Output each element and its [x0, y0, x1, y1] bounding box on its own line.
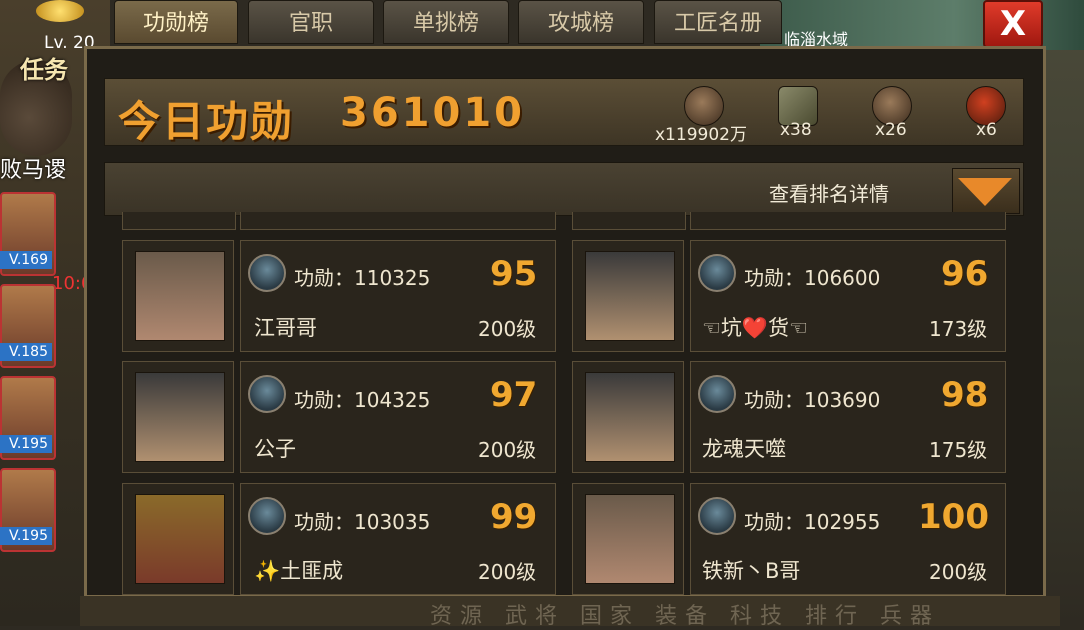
male-general-portrait	[585, 251, 675, 341]
tab-siege-ranking[interactable]: 攻城榜	[518, 0, 644, 44]
rank-number: 99	[490, 497, 538, 537]
bottom-menu[interactable]: 资源 武将 国家 装备 科技 排行 兵器	[430, 598, 1050, 630]
player-name: 铁新丶B哥	[702, 559, 801, 583]
player-level: 200级	[929, 560, 988, 584]
female-general-portrait	[585, 494, 675, 584]
list-item-partial	[122, 212, 236, 230]
merit-label: 功勋：102955	[744, 510, 881, 534]
hero-level-4: V.195	[0, 527, 52, 545]
tab-duel-ranking[interactable]: 单挑榜	[383, 0, 509, 44]
player-level: 200级	[478, 560, 537, 584]
tab-merit-ranking[interactable]: 功勋榜	[114, 0, 238, 44]
merit-medal-icon	[698, 375, 736, 413]
rank-number: 96	[941, 254, 989, 294]
reward-count-2: x38	[780, 120, 812, 140]
player-name: ✨土匪成	[254, 559, 344, 583]
merit-medal-icon	[248, 375, 286, 413]
chevron-down-icon	[958, 178, 1012, 206]
task-label: 任务	[20, 56, 68, 84]
merit-medal-icon	[698, 497, 736, 535]
player-level: 175级	[929, 438, 988, 462]
player-level: 200级	[478, 438, 537, 462]
close-button[interactable]: X	[983, 0, 1043, 48]
player-name: ☜坑❤️货☜	[702, 316, 808, 340]
merit-label: 功勋：106600	[744, 266, 881, 290]
player-avatar[interactable]	[572, 240, 684, 352]
hero-level-2: V.185	[0, 343, 52, 361]
merit-label: 功勋：110325	[294, 266, 431, 290]
player-avatar[interactable]	[122, 240, 234, 352]
player-avatar[interactable]	[122, 361, 234, 473]
tab-craftsman-list[interactable]: 工匠名册	[654, 0, 782, 44]
merit-medal-icon	[248, 497, 286, 535]
player-name: 公子	[254, 437, 296, 461]
player-avatar[interactable]	[572, 483, 684, 595]
view-ranking-details-link[interactable]: 查看排名详情	[769, 178, 889, 207]
merit-label: 功勋：103035	[294, 510, 431, 534]
gold-coin-icon	[36, 0, 84, 22]
quest-text[interactable]: 败马谡	[0, 152, 66, 184]
tab-official-post[interactable]: 官职	[248, 0, 374, 44]
rank-number: 98	[941, 375, 989, 415]
today-merit-value: 361010	[340, 90, 525, 136]
male-general-portrait	[135, 372, 225, 462]
list-item-partial	[690, 212, 1006, 230]
player-name: 江哥哥	[254, 316, 317, 340]
male-general-portrait	[585, 372, 675, 462]
merit-label: 功勋：104325	[294, 388, 431, 412]
helmeted-general-portrait	[135, 494, 225, 584]
rank-number: 97	[490, 375, 538, 415]
merit-medal-icon	[698, 254, 736, 292]
hero-level-1: V.169	[0, 251, 52, 269]
reward-count-3: x26	[875, 120, 907, 140]
player-avatar[interactable]	[572, 361, 684, 473]
list-item-partial	[572, 212, 686, 230]
reward-count-4: x6	[976, 120, 997, 140]
player-avatar[interactable]	[122, 483, 234, 595]
reward-count-1: x119902万	[655, 125, 747, 145]
rank-number: 95	[490, 254, 538, 294]
female-general-portrait	[135, 251, 225, 341]
player-level: 200级	[478, 317, 537, 341]
list-item-partial	[240, 212, 556, 230]
hero-level-3: V.195	[0, 435, 52, 453]
today-merit-title: 今日功勋	[118, 97, 295, 146]
merit-medal-icon	[248, 254, 286, 292]
player-name: 龙魂天噬	[702, 437, 786, 461]
player-level: 173级	[929, 317, 988, 341]
merit-label: 功勋：103690	[744, 388, 881, 412]
rank-number: 100	[918, 497, 989, 537]
